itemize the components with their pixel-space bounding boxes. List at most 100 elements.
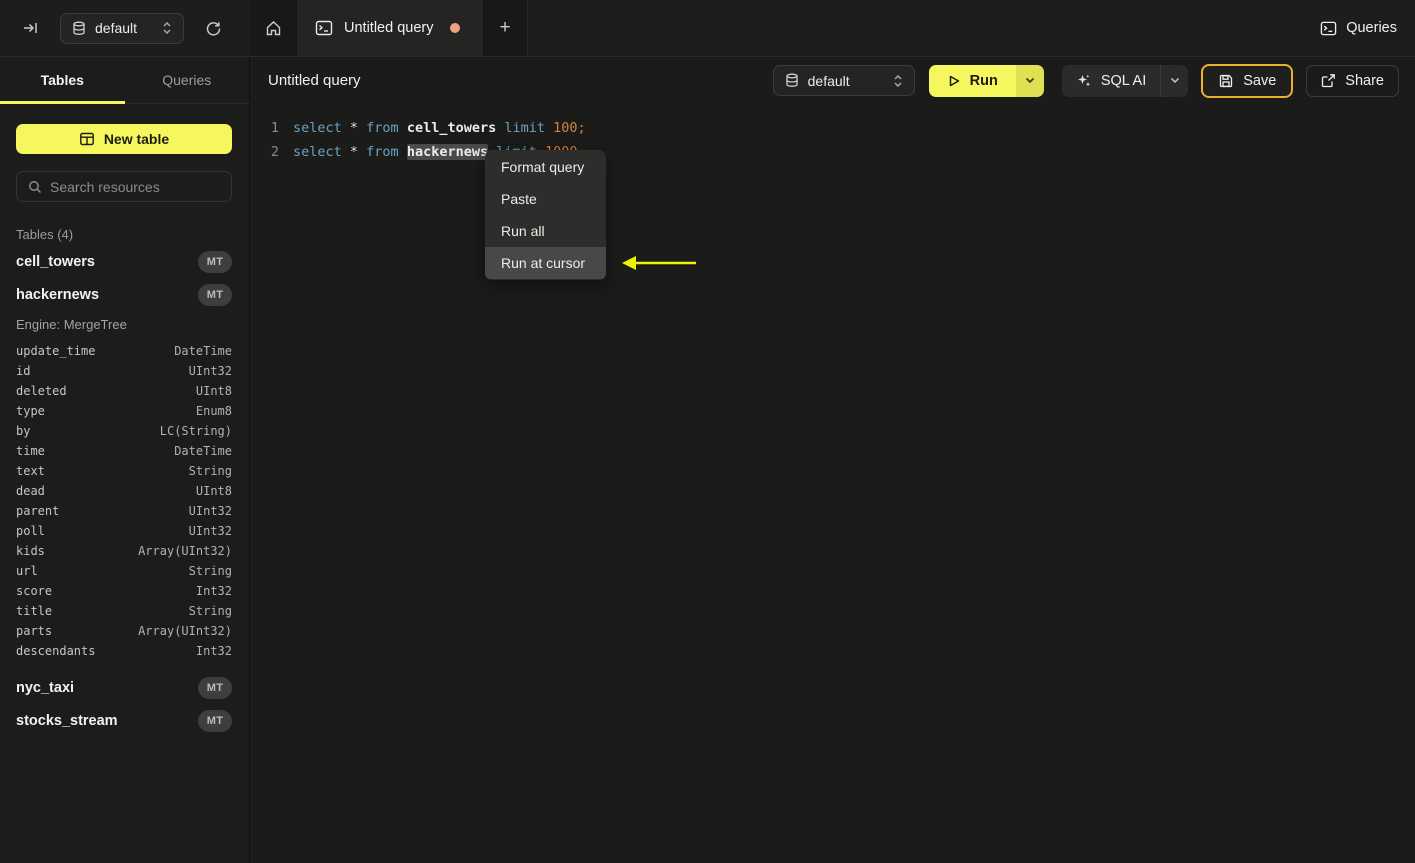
sql-ai-label: SQL AI [1100, 72, 1147, 89]
new-table-button[interactable]: New table [16, 124, 232, 154]
run-label: Run [969, 72, 998, 89]
unsaved-indicator-dot [450, 23, 461, 33]
column-row: kids Array(UInt32) [16, 541, 232, 561]
tab-title: Untitled query [344, 20, 434, 36]
column-type: Enum8 [195, 404, 232, 418]
code-token: * [349, 120, 367, 136]
queries-icon [1320, 20, 1337, 37]
column-type: Array(UInt32) [138, 544, 232, 558]
queries-button[interactable]: Queries [1320, 20, 1397, 37]
run-button[interactable]: Run [928, 64, 1016, 97]
tables-section-label: Tables (4) [16, 227, 74, 242]
sidebar-tab-tables[interactable]: Tables [0, 57, 125, 104]
menu-item-run-all[interactable]: Run all [485, 215, 606, 247]
table-row-cell_towers[interactable]: cell_towers MT [16, 245, 232, 278]
code-token: * [349, 144, 367, 160]
query-title: Untitled query [268, 72, 361, 89]
column-row: title String [16, 601, 232, 621]
code-token: cell_towers [406, 120, 497, 136]
menu-item-format-query[interactable]: Format query [485, 151, 606, 183]
column-name: poll [16, 524, 45, 538]
table-row-hackernews[interactable]: hackernews MT [16, 278, 232, 311]
table-icon [79, 131, 95, 147]
column-row: update_time DateTime [16, 341, 232, 361]
new-tab-button[interactable]: + [483, 0, 528, 56]
sql-ai-button-group: SQL AI [1061, 64, 1189, 97]
column-type: Array(UInt32) [138, 624, 232, 638]
share-label: Share [1345, 72, 1384, 89]
save-button[interactable]: Save [1201, 63, 1294, 98]
column-name: dead [16, 484, 45, 498]
column-name: descendants [16, 644, 96, 658]
plus-icon: + [499, 17, 511, 38]
code-token: from [366, 144, 407, 160]
column-type: UInt32 [188, 524, 232, 538]
database-icon [72, 21, 86, 36]
editor-context-menu: Format query Paste Run all Run at cursor [485, 150, 606, 280]
table-list: cell_towers MT hackernews MT Engine: MergeTr… [16, 245, 232, 737]
terminal-icon [315, 19, 333, 37]
topbar-left-group: default [0, 0, 250, 56]
column-name: parts [16, 624, 53, 638]
column-type: Int32 [195, 584, 232, 598]
home-button[interactable] [250, 0, 297, 56]
column-row: type Enum8 [16, 401, 232, 421]
column-row: poll UInt32 [16, 521, 232, 541]
new-table-label: New table [103, 131, 170, 147]
column-name: deleted [16, 384, 67, 398]
tab-untitled-query[interactable]: Untitled query [297, 0, 483, 56]
engine-badge: MT [198, 709, 232, 732]
engine-badge: MT [198, 283, 232, 306]
column-name: id [16, 364, 31, 378]
column-row: by LC(String) [16, 421, 232, 441]
line-number: 1 [270, 120, 279, 136]
column-name: update_time [16, 344, 96, 358]
search-input[interactable] [50, 178, 231, 195]
column-type: UInt32 [188, 504, 232, 518]
run-dropdown-button[interactable] [1015, 64, 1044, 97]
sidebar-tab-queries[interactable]: Queries [125, 57, 250, 103]
sql-ai-button[interactable]: SQL AI [1062, 65, 1160, 97]
queries-label: Queries [1346, 20, 1397, 36]
sql-ai-dropdown-button[interactable] [1160, 64, 1188, 97]
column-row: parts Array(UInt32) [16, 621, 232, 641]
sql-editor[interactable]: 1 select * from cell_towers limit 100; 2 se… [251, 104, 1415, 863]
save-label: Save [1243, 72, 1277, 89]
sidebar: New table Tables (4) cell_towersMThacker… [0, 104, 250, 863]
column-row: parent UInt32 [16, 501, 232, 521]
topbar-right-group: Queries [1320, 0, 1415, 56]
home-icon [265, 20, 282, 37]
table-row-nyc_taxi[interactable]: nyc_taxi MT [16, 671, 232, 704]
tab-strip: Untitled query + [250, 0, 528, 56]
sidebar-tabs: Tables Queries [0, 57, 250, 104]
code-content[interactable]: select * from cell_towers limit 100; [293, 116, 586, 140]
chevron-down-icon [1025, 77, 1035, 84]
menu-item-run-at-cursor[interactable]: Run at cursor [485, 247, 606, 279]
refresh-icon [205, 20, 222, 37]
topbar-database-selector[interactable]: default [60, 12, 184, 44]
table-row-stocks_stream[interactable]: stocks_stream MT [16, 704, 232, 737]
chevron-down-icon [1170, 77, 1180, 84]
app-root: default Untitled query + Queries Tables … [0, 0, 1415, 863]
column-type: String [188, 564, 232, 578]
line-number: 2 [270, 144, 279, 160]
code-lines: 1 select * from cell_towers limit 100; 2 se… [251, 116, 1415, 164]
column-name: parent [16, 504, 60, 518]
toolbar-database-selector[interactable]: default [772, 65, 915, 96]
code-token: limit [496, 120, 554, 136]
play-icon [947, 74, 961, 88]
column-type: UInt8 [195, 384, 232, 398]
column-type: UInt8 [195, 484, 232, 498]
refresh-button[interactable] [198, 13, 228, 43]
column-row: score Int32 [16, 581, 232, 601]
selected-token: hackernews [406, 144, 489, 160]
collapse-sidebar-icon [23, 20, 39, 36]
column-name: score [16, 584, 53, 598]
column-type: UInt32 [188, 364, 232, 378]
save-icon [1218, 73, 1234, 89]
share-button[interactable]: Share [1306, 64, 1399, 97]
column-row: descendants Int32 [16, 641, 232, 661]
collapse-sidebar-button[interactable] [16, 13, 46, 43]
menu-item-paste[interactable]: Paste [485, 183, 606, 215]
